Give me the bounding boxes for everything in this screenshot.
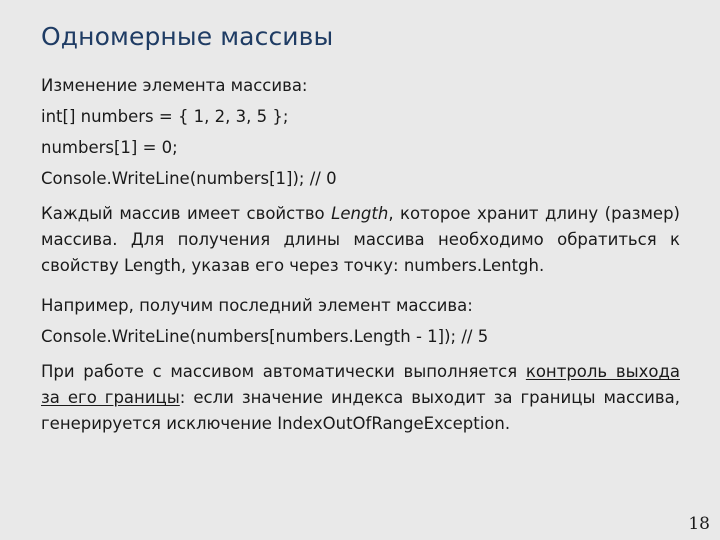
intro-label: Изменение элемента массива: — [41, 76, 308, 95]
code-line-writeline-last: Console.WriteLine(numbers[numbers.Length… — [41, 327, 489, 346]
code-line-declaration: int[] numbers = { 1, 2, 3, 5 }; — [41, 107, 289, 126]
slide: Одномерные массивы Изменение элемента ма… — [0, 0, 720, 540]
example-label: Например, получим последний элемент масс… — [41, 296, 473, 315]
page-title: Одномерные массивы — [41, 22, 334, 51]
code-line-writeline-index: Console.WriteLine(numbers[1]); // 0 — [41, 169, 337, 188]
paragraph-bounds-check: При работе с массивом автоматически выпо… — [41, 359, 680, 437]
paragraph-length-part1: Каждый массив имеет свойство — [41, 204, 332, 223]
code-line-assignment: numbers[1] = 0; — [41, 138, 178, 157]
slide-body: Изменение элемента массива: int[] number… — [41, 70, 680, 437]
length-keyword-italic: Length — [331, 204, 389, 223]
paragraph-bounds-part1: При работе с массивом автоматически выпо… — [41, 362, 526, 381]
paragraph-length-property: Каждый массив имеет свойство Length, кот… — [41, 201, 680, 279]
page-number: 18 — [688, 514, 710, 534]
